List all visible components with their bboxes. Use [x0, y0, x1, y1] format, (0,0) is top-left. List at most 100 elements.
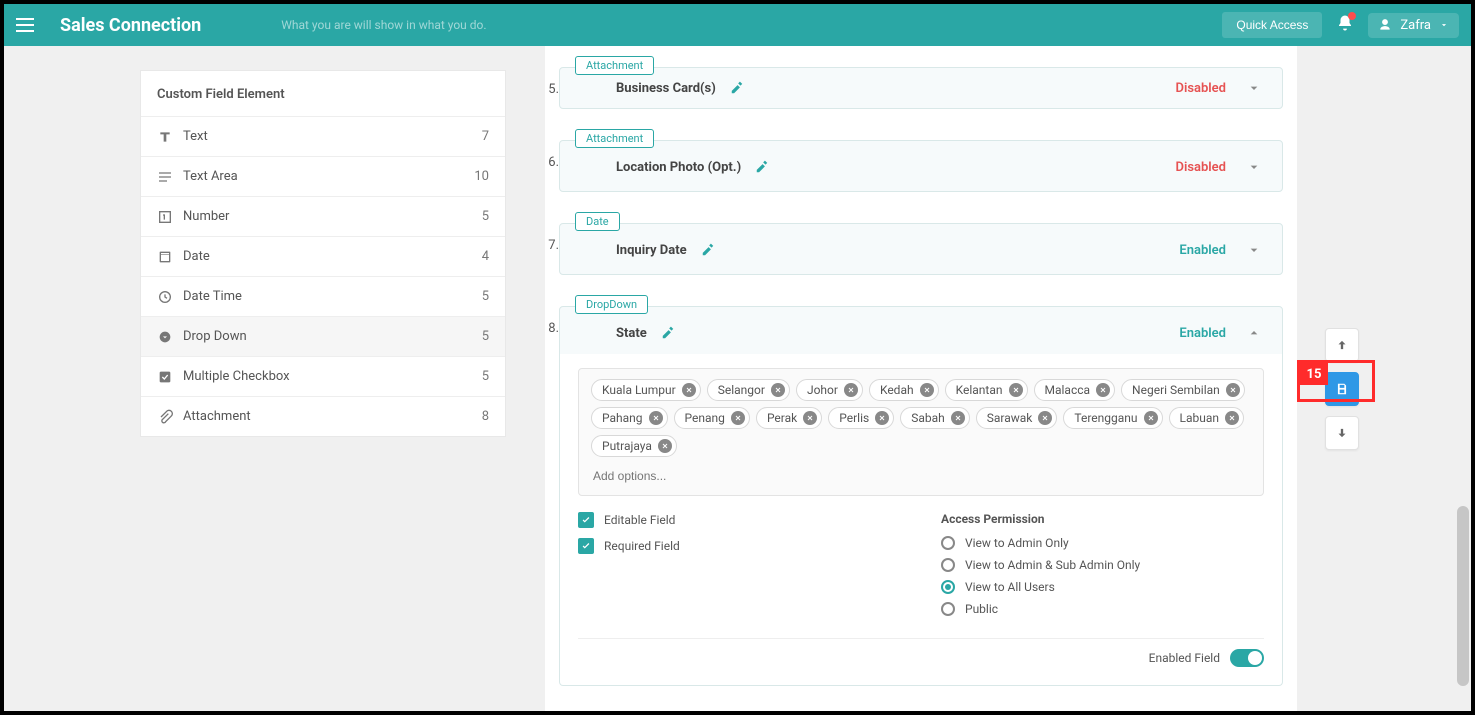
radio-icon — [941, 602, 955, 616]
element-text[interactable]: Text 7 — [141, 116, 505, 156]
save-button[interactable] — [1325, 372, 1359, 406]
user-menu[interactable]: Zafra — [1368, 13, 1459, 38]
field-header[interactable]: Business Card(s) Disabled — [559, 67, 1283, 109]
chip-label: Kelantan — [956, 383, 1003, 397]
permission-option[interactable]: View to All Users — [941, 580, 1264, 594]
dropdown-option-chip[interactable]: Perlis — [828, 407, 894, 429]
element-date[interactable]: Date 4 — [141, 236, 505, 276]
field-header[interactable]: Location Photo (Opt.) Disabled — [559, 140, 1283, 192]
dropdown-option-chip[interactable]: Sarawak — [976, 407, 1058, 429]
chip-remove-icon[interactable] — [658, 439, 672, 453]
brand-title: Sales Connection — [60, 15, 201, 36]
required-field-checkbox[interactable]: Required Field — [578, 538, 901, 554]
editable-field-checkbox[interactable]: Editable Field — [578, 512, 901, 528]
chip-label: Johor — [807, 383, 838, 397]
dropdown-option-chip[interactable]: Malacca — [1034, 379, 1116, 401]
field-header[interactable]: State Enabled — [559, 306, 1283, 358]
dropdown-option-chip[interactable]: Kuala Lumpur — [591, 379, 701, 401]
element-count: 5 — [482, 289, 489, 304]
move-up-button[interactable] — [1325, 328, 1359, 362]
edit-icon[interactable] — [701, 243, 715, 257]
radio-icon — [941, 558, 955, 572]
fields-panel: Attachment 5. Business Card(s) Disabled … — [545, 46, 1297, 711]
permission-option[interactable]: View to Admin Only — [941, 536, 1264, 550]
dropdown-option-chip[interactable]: Kedah — [869, 379, 939, 401]
check-icon — [578, 512, 594, 528]
field-title: Inquiry Date — [616, 243, 687, 258]
quick-access-button[interactable]: Quick Access — [1222, 12, 1322, 38]
dropdown-option-chip[interactable]: Johor — [796, 379, 863, 401]
save-icon — [1335, 382, 1349, 396]
toggle-label: Enabled Field — [1149, 651, 1220, 665]
radio-icon — [941, 580, 955, 594]
access-permission-title: Access Permission — [941, 512, 1264, 526]
chip-remove-icon[interactable] — [803, 411, 817, 425]
chevron-up-icon[interactable] — [1246, 325, 1262, 341]
dropdown-option-chip[interactable]: Pahang — [591, 407, 668, 429]
chip-remove-icon[interactable] — [1009, 383, 1023, 397]
chip-remove-icon[interactable] — [771, 383, 785, 397]
dropdown-option-chip[interactable]: Selangor — [707, 379, 790, 401]
element-drop-down[interactable]: Drop Down 5 — [141, 316, 505, 356]
chip-label: Sabah — [911, 411, 945, 425]
chip-remove-icon[interactable] — [875, 411, 889, 425]
chip-remove-icon[interactable] — [951, 411, 965, 425]
chip-remove-icon[interactable] — [1038, 411, 1052, 425]
enabled-field-toggle[interactable] — [1230, 649, 1264, 667]
move-down-button[interactable] — [1325, 416, 1359, 450]
add-option-input[interactable] — [591, 463, 1251, 489]
edit-icon[interactable] — [755, 160, 769, 174]
edit-icon[interactable] — [730, 81, 744, 95]
field-item-8: DropDown 8. State Enabled Kuala LumpurSe… — [559, 285, 1283, 686]
radio-label: View to Admin & Sub Admin Only — [965, 558, 1140, 572]
field-item-5: Attachment 5. Business Card(s) Disabled — [559, 46, 1283, 109]
element-count: 4 — [482, 249, 489, 264]
chip-remove-icon[interactable] — [682, 383, 696, 397]
element-label: Date Time — [183, 289, 242, 304]
work-area: Custom Field Element Text 7 Text Area 10… — [4, 46, 1471, 711]
chip-label: Perlis — [839, 411, 869, 425]
chip-remove-icon[interactable] — [1144, 411, 1158, 425]
element-text-area[interactable]: Text Area 10 — [141, 156, 505, 196]
page-scrollbar[interactable] — [1457, 506, 1469, 686]
element-label: Text — [183, 129, 208, 144]
dropdown-option-chip[interactable]: Negeri Sembilan — [1121, 379, 1245, 401]
chip-remove-icon[interactable] — [844, 383, 858, 397]
chip-remove-icon[interactable] — [731, 411, 745, 425]
dropdown-icon — [157, 329, 183, 345]
element-number[interactable]: Number 5 — [141, 196, 505, 236]
chevron-down-icon[interactable] — [1246, 159, 1262, 175]
chip-remove-icon[interactable] — [1226, 383, 1240, 397]
chip-remove-icon[interactable] — [1225, 411, 1239, 425]
dropdown-option-chip[interactable]: Penang — [674, 407, 750, 429]
element-attachment[interactable]: Attachment 8 — [141, 396, 505, 436]
field-status: Disabled — [1175, 160, 1226, 175]
dropdown-option-chip[interactable]: Terengganu — [1063, 407, 1162, 429]
element-count: 5 — [482, 209, 489, 224]
dropdown-option-chip[interactable]: Perak — [756, 407, 822, 429]
chip-label: Malacca — [1045, 383, 1091, 397]
dropdown-option-chip[interactable]: Labuan — [1169, 407, 1245, 429]
divider — [578, 638, 1264, 639]
arrow-up-icon — [1335, 338, 1349, 352]
chip-remove-icon[interactable] — [1096, 383, 1110, 397]
chevron-down-icon[interactable] — [1246, 242, 1262, 258]
chip-remove-icon[interactable] — [649, 411, 663, 425]
edit-icon[interactable] — [661, 326, 675, 340]
dropdown-option-chip[interactable]: Putrajaya — [591, 435, 677, 457]
element-date-time[interactable]: Date Time 5 — [141, 276, 505, 316]
notifications-button[interactable] — [1336, 14, 1354, 36]
chip-label: Penang — [685, 411, 725, 425]
permission-option[interactable]: Public — [941, 602, 1264, 616]
dropdown-option-chip[interactable]: Kelantan — [945, 379, 1028, 401]
element-list: Text 7 Text Area 10 Number 5 Date 4 Date… — [141, 116, 505, 436]
field-number: 6. — [535, 155, 559, 170]
chevron-down-icon[interactable] — [1246, 80, 1262, 96]
dropdown-option-chip[interactable]: Sabah — [900, 407, 970, 429]
chip-remove-icon[interactable] — [920, 383, 934, 397]
element-multiple-checkbox[interactable]: Multiple Checkbox 5 — [141, 356, 505, 396]
checkbox-label: Required Field — [604, 539, 680, 553]
permission-option[interactable]: View to Admin & Sub Admin Only — [941, 558, 1264, 572]
hamburger-menu-icon[interactable] — [16, 13, 40, 37]
field-header[interactable]: Inquiry Date Enabled — [559, 223, 1283, 275]
